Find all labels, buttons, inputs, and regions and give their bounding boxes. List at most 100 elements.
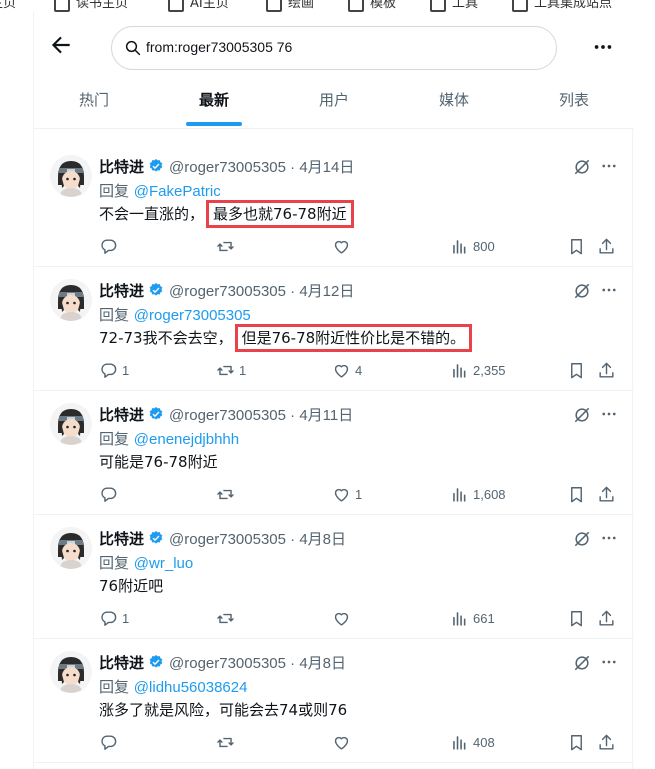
bookmark-button[interactable]: [567, 607, 590, 629]
share-button[interactable]: [597, 607, 620, 629]
bookmark-item[interactable]: 工具: [430, 0, 478, 12]
bookmark-item[interactable]: 工具集成站点: [512, 0, 612, 12]
like-icon: [334, 488, 349, 502]
search-input[interactable]: from:roger73005305 76: [111, 26, 557, 70]
like-button[interactable]: [332, 235, 365, 257]
bookmark-icon: [571, 486, 582, 502]
share-button[interactable]: [597, 235, 620, 257]
views-button[interactable]: 2,355: [450, 359, 506, 381]
like-icon: [334, 240, 349, 254]
share-button[interactable]: [597, 483, 620, 505]
retweet-button[interactable]: [216, 483, 249, 505]
author-name[interactable]: 比特进: [99, 156, 144, 177]
retweet-button[interactable]: 1: [216, 359, 249, 381]
views-icon: [453, 363, 466, 378]
back-button[interactable]: [48, 32, 74, 58]
mention-link[interactable]: @FakePatric: [134, 183, 221, 200]
retweet-icon: [217, 365, 234, 375]
tab-media[interactable]: 媒体: [394, 80, 514, 128]
retweet-button[interactable]: [216, 607, 249, 629]
avatar[interactable]: [50, 651, 92, 693]
tweet-text: 72-73我不会去空， 但是76-78附近性价比是不错的。: [99, 324, 473, 352]
active-tab-indicator: [186, 122, 242, 126]
like-button[interactable]: [332, 607, 365, 629]
tweet[interactable]: 比特进 @roger73005305 · 4月8日 回复 @lidhu56038…: [34, 639, 634, 763]
more-icon[interactable]: [600, 653, 618, 671]
bookmark-button[interactable]: [567, 731, 590, 753]
reply-prefix: 回复: [99, 678, 130, 696]
mention-link[interactable]: @roger73005305: [134, 307, 251, 324]
reply-button[interactable]: [99, 483, 132, 505]
share-icon: [599, 610, 614, 626]
avatar[interactable]: [50, 279, 92, 321]
bookmark-item[interactable]: 模板: [348, 0, 396, 12]
more-options-button[interactable]: [592, 36, 614, 58]
tab-top[interactable]: 热门: [34, 80, 154, 128]
tweet[interactable]: 比特进 @roger73005305 · 4月11日 回复 @enenejdjb…: [34, 391, 634, 515]
tweet-text-plain: 涨多了就是风险，可能会去74或则76: [99, 701, 348, 719]
author-handle-and-date[interactable]: @roger73005305 · 4月11日: [169, 404, 353, 425]
share-button[interactable]: [597, 359, 620, 381]
bookmark-button[interactable]: [567, 235, 590, 257]
like-button[interactable]: 4: [332, 359, 365, 381]
mention-link[interactable]: @enenejdjbhhh: [134, 431, 239, 448]
author-handle-and-date[interactable]: @roger73005305 · 4月12日: [169, 280, 354, 301]
tweet[interactable]: 比特进 @roger73005305 · 4月8日 回复 @wr_luo 76附…: [34, 515, 634, 639]
author-name[interactable]: 比特进: [99, 528, 144, 549]
share-button[interactable]: [597, 731, 620, 753]
avatar[interactable]: [50, 527, 92, 569]
author-handle-and-date[interactable]: @roger73005305 · 4月8日: [169, 652, 346, 673]
author-name[interactable]: 比特进: [99, 404, 144, 425]
author-name[interactable]: 比特进: [99, 280, 144, 301]
avatar[interactable]: [50, 155, 92, 197]
views-button[interactable]: 800: [450, 235, 495, 257]
tweet-text: 涨多了就是风险，可能会去74或则76: [99, 699, 347, 720]
reply-button[interactable]: [99, 235, 132, 257]
author-handle-and-date[interactable]: @roger73005305 · 4月14日: [169, 156, 354, 177]
more-icon[interactable]: [600, 281, 618, 299]
bookmark-item[interactable]: 读书主页: [54, 0, 128, 12]
like-button[interactable]: [332, 731, 365, 753]
grok-icon[interactable]: [572, 653, 592, 673]
grok-icon[interactable]: [572, 281, 592, 301]
views-button[interactable]: 661: [450, 607, 495, 629]
tweet[interactable]: 比特进 @roger73005305 · 4月12日 回复 @roger7300…: [34, 267, 634, 391]
bookmark-item[interactable]: 主页: [0, 0, 16, 11]
views-button[interactable]: 1,608: [450, 483, 506, 505]
bookmark-item[interactable]: 绘画: [266, 0, 314, 12]
tweet-actions: 1 661: [34, 607, 634, 629]
tweet-text: 不会一直涨的， 最多也就76-78附近: [99, 200, 354, 228]
tab-people[interactable]: 用户: [274, 80, 394, 128]
reply-button[interactable]: 1: [99, 607, 132, 629]
views-button[interactable]: 408: [450, 731, 495, 753]
reply-count: 1: [122, 362, 130, 378]
bookmark-button[interactable]: [567, 359, 590, 381]
retweet-button[interactable]: [216, 235, 249, 257]
tab-latest[interactable]: 最新: [154, 80, 274, 128]
more-icon[interactable]: [600, 405, 618, 423]
grok-icon[interactable]: [572, 405, 592, 425]
bookmark-button[interactable]: [567, 483, 590, 505]
grok-icon[interactable]: [572, 529, 592, 549]
mention-link[interactable]: @lidhu56038624: [134, 679, 248, 696]
like-icon: [334, 612, 349, 626]
like-button[interactable]: 1: [332, 483, 365, 505]
avatar[interactable]: [50, 403, 92, 445]
tab-lists[interactable]: 列表: [514, 80, 634, 128]
bookmark-item[interactable]: AI主页: [168, 0, 229, 12]
avatar-image: [50, 155, 92, 197]
reply-context: 回复 @enenejdjbhhh: [99, 428, 239, 449]
more-icon[interactable]: [600, 529, 618, 547]
avatar-image: [50, 403, 92, 445]
reply-button[interactable]: [99, 731, 132, 753]
author-name[interactable]: 比特进: [99, 652, 144, 673]
retweet-button[interactable]: [216, 731, 249, 753]
more-icon[interactable]: [600, 157, 618, 175]
reply-button[interactable]: 1: [99, 359, 132, 381]
grok-icon[interactable]: [572, 157, 592, 177]
tweet[interactable]: 比特进 @roger73005305 · 4月14日 回复 @FakePatri…: [34, 143, 634, 267]
search-icon: [125, 40, 141, 56]
bookmark-icon: [571, 238, 582, 254]
mention-link[interactable]: @wr_luo: [134, 555, 193, 572]
author-handle-and-date[interactable]: @roger73005305 · 4月8日: [169, 528, 346, 549]
